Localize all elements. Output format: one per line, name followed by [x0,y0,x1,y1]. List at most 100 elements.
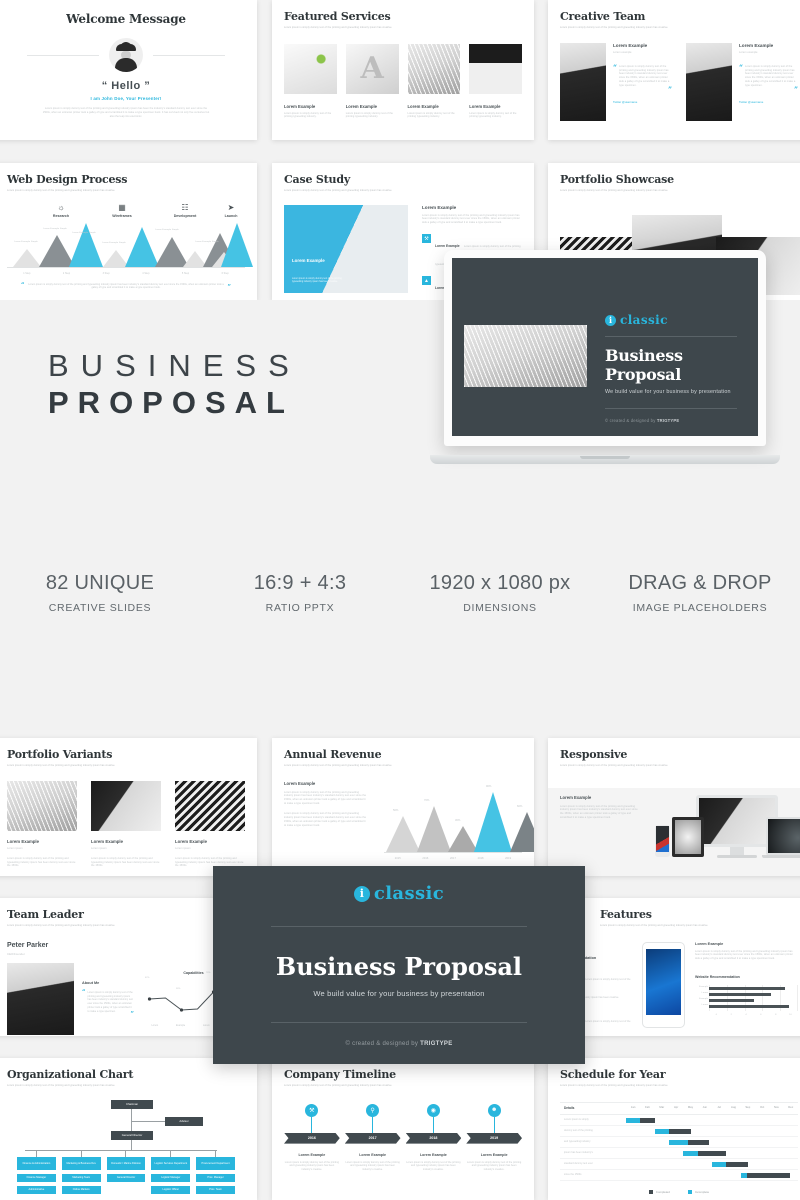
slide-creative-team[interactable]: Creative Team Lorem ipsum is simply dumm… [548,0,800,140]
slide-schedule-for-year[interactable]: Schedule for Year Lorem ipsum is simply … [548,1058,800,1200]
peak-label: Lorem Example Simple [72,232,96,235]
timeline-year[interactable]: 2018 [405,1132,462,1144]
slide-annual-revenue[interactable]: Annual Revenue Lorem ipsum is simply dum… [272,738,534,876]
tick-label: 4 [745,1013,747,1016]
hello-text: “ Hello ” [101,80,151,92]
service-image[interactable] [284,43,337,94]
quote-close-icon: ” [793,84,798,94]
slide-title: Portfolio Variants [7,748,113,761]
member-name: Lorem Example [739,42,774,48]
org-node-advisor[interactable]: Advisor [165,1116,203,1126]
axis-label: 2015 [394,856,401,860]
timeline-desc: Lorem ipsum is simply dummy text of the … [284,1160,339,1172]
stat-item: 16:9 + 4:3 RATIO PPTX [200,572,400,614]
point-label: 78% [206,971,211,974]
cover-copyright: © created & designed by TRIGTYPE [605,418,737,423]
timeline-year[interactable]: 2019 [466,1132,522,1144]
case-study-image[interactable]: Lorem Example Lorem ipsum is simply dumm… [284,204,408,293]
service-image[interactable] [469,43,522,94]
value-label: 50% [393,808,399,812]
legend-swatch-completed [648,1189,653,1194]
laptop-screen: i classic Business Proposal We build val… [452,258,758,436]
case-heading: Lorem Example [422,204,457,210]
org-node-row[interactable]: Administrative [17,1185,56,1194]
axis-label: 2017 [449,856,456,860]
step-label: Launch [224,213,238,218]
slide-subtitle: Lorem ipsum is simply dummy text of the … [284,26,393,29]
member-photo[interactable] [686,42,732,121]
gantt-month: Sep [745,1106,751,1110]
member-twitter[interactable]: Twitter @username [739,100,798,104]
org-node-head[interactable]: Marketing & Business Dev [61,1156,101,1170]
gantt-month: Aug [730,1106,736,1110]
org-node-row[interactable]: Marketing Team [61,1173,101,1182]
service-image[interactable] [407,43,461,94]
slide-web-design-process[interactable]: Web Design Process Lorem ipsum is simply… [0,163,257,301]
org-chart: Chairman Advisor General Director Financ… [7,1098,245,1198]
variant-desc: Lorem ipsum is simply dummy text of the … [91,856,160,868]
gantt-row: Lorem ipsum is simply [560,1115,798,1126]
slide-title: Annual Revenue [284,748,382,761]
gantt-month: May [687,1106,694,1110]
timeline-desc: Lorem ipsum is simply dummy text of the … [345,1160,400,1172]
slide-welcome-message[interactable]: Welcome Message “ Hello ” I am John Doe,… [0,0,257,140]
axis-label: 2016 [422,856,429,860]
code-window-icon: ☷ [181,202,189,212]
gantt-row-label: and typesetting industry [564,1139,591,1143]
timeline-name: Lorem Example [419,1152,447,1157]
slide-title: Welcome Message [66,12,186,26]
org-node-row[interactable]: Finance Manager [17,1173,56,1182]
service-desc: Lorem ipsum is simply dummy text of the … [469,111,517,119]
org-node-chairman[interactable]: Chairman [111,1099,153,1109]
device-mockups [654,794,800,865]
timeline-name: Lorem Example [480,1152,508,1157]
org-node-head[interactable]: Finance & Administration [17,1156,56,1170]
slide-responsive[interactable]: Responsive Lorem ipsum is simply dummy t… [548,738,800,876]
stat-label: IMAGE PLACEHOLDERS [632,602,768,614]
slide-organizational-chart[interactable]: Organizational Chart Lorem ipsum is simp… [0,1058,257,1200]
value-label: 30% [455,818,461,822]
org-node-general-director[interactable]: General Director [111,1130,153,1140]
tick-label: 2 [730,1013,732,1016]
org-node-head[interactable]: Domestic / Marine Division [106,1156,146,1170]
org-node-head[interactable]: Procurement Department [196,1156,235,1170]
smartphone-mockup [655,824,670,857]
gantt-month: Oct [759,1106,765,1110]
timeline-year[interactable]: 2017 [344,1132,401,1144]
org-node-row[interactable]: General Director [106,1173,146,1182]
slide-features[interactable]: Features Lorem ipsum is simply dummy tex… [548,898,800,1036]
feature-stats: 82 UNIQUE CREATIVE SLIDES 16:9 + 4:3 RAT… [0,572,800,614]
slide-portfolio-variants[interactable]: Portfolio Variants Lorem ipsum is simply… [0,738,257,876]
timeline-year[interactable]: 2016 [284,1132,340,1144]
org-node-row[interactable]: Proc. Manager [196,1173,235,1182]
org-node-row[interactable]: Online Markets [61,1185,101,1194]
info-icon: i [604,314,616,326]
overlay-cover-slide[interactable]: i classic Business Proposal We build val… [213,866,585,1064]
gantt-row: and typesetting industry [560,1137,798,1148]
quote-open-icon: “ [613,62,618,72]
timeline-name: Lorem Example [298,1152,326,1157]
slide-company-timeline[interactable]: Company Timeline Lorem ipsum is simply d… [272,1058,534,1200]
cover-image [464,325,587,388]
variant-desc: Lorem ipsum is simply dummy text of the … [7,856,76,868]
member-twitter[interactable]: Twitter @username [613,100,672,104]
stat-item: 1920 x 1080 px DIMENSIONS [400,572,600,614]
slide-subtitle: Lorem ipsum is simply dummy text of the … [600,924,709,927]
variant-image[interactable] [91,780,161,831]
org-node-head[interactable]: Logistic Services Department [151,1156,191,1170]
variant-image[interactable] [7,780,77,831]
variant-image[interactable] [175,780,245,831]
laptop-mockup: i classic Business Proposal We build val… [430,250,780,470]
org-node-row[interactable]: Logistic Officer [151,1185,191,1194]
laptop-mockup [766,816,800,855]
org-node-row[interactable]: Proc. Team [196,1185,235,1194]
legend-label: Completed [655,1189,670,1194]
slide-subtitle: Lorem ipsum is simply dummy text of the … [284,1084,393,1087]
org-node-row[interactable]: Logistic Manager [151,1173,191,1182]
slide-featured-services[interactable]: Featured Services Lorem ipsum is simply … [272,0,534,140]
person-photo[interactable] [7,962,74,1035]
template-preview-page: Welcome Message “ Hello ” I am John Doe,… [0,0,800,1200]
service-image[interactable] [345,43,399,94]
member-photo[interactable] [560,42,606,121]
paper-plane-icon: ➤ [227,202,235,212]
